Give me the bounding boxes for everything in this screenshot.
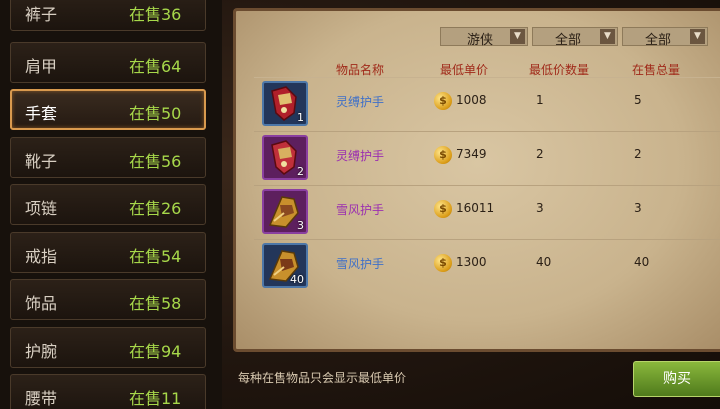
- quality-filter-dropdown[interactable]: 全部 ▼: [622, 27, 708, 48]
- category-name: 靴子: [25, 152, 58, 171]
- category-name: 裤子: [25, 5, 58, 24]
- category-count: 在售54: [129, 247, 182, 266]
- total-on-sale: 3: [634, 201, 642, 215]
- category-count: 在售64: [129, 57, 182, 76]
- header-total: 在售总量: [632, 63, 681, 77]
- category-count: 在售56: [129, 152, 182, 171]
- chevron-down-icon: ▼: [510, 29, 525, 44]
- stack-count: 40: [290, 273, 304, 286]
- type-filter-dropdown[interactable]: 全部 ▼: [532, 27, 618, 48]
- category-item-pants[interactable]: 裤子 在售36: [10, 0, 206, 31]
- category-sidebar: 裤子 在售36 肩甲 在售64 手套 在售50 靴子 在售56 项链 在售26 …: [0, 0, 222, 409]
- gauntlet-icon: 40: [262, 243, 308, 288]
- dropdown-value: 全部: [555, 33, 582, 48]
- category-name: 戒指: [25, 247, 58, 266]
- class-filter-dropdown[interactable]: 游侠 ▼: [440, 27, 528, 48]
- category-item-necklace[interactable]: 项链 在售26: [10, 184, 206, 225]
- category-name: 腰带: [25, 389, 58, 408]
- category-item-boots[interactable]: 靴子 在售56: [10, 137, 206, 178]
- category-name: 手套: [25, 104, 58, 123]
- gauntlet-icon: 3: [262, 189, 308, 234]
- category-count: 在售50: [129, 104, 182, 123]
- header-min-qty: 最低价数量: [529, 63, 590, 77]
- category-item-accessory[interactable]: 饰品 在售58: [10, 279, 206, 320]
- category-item-belt[interactable]: 腰带 在售11: [10, 374, 206, 409]
- dropdown-value: 游侠: [467, 33, 494, 48]
- category-item-gloves[interactable]: 手套 在售50: [10, 89, 206, 130]
- min-price: 16011: [456, 201, 495, 215]
- min-price-qty: 2: [536, 147, 544, 161]
- table-row[interactable]: 40 雪风护手 $ 1300 40 40: [254, 239, 720, 292]
- min-price-qty: 3: [536, 201, 544, 215]
- gold-coin-icon: $: [434, 92, 452, 110]
- chevron-down-icon: ▼: [690, 29, 705, 44]
- category-item-bracer[interactable]: 护腕 在售94: [10, 327, 206, 368]
- item-name[interactable]: 雪风护手: [336, 201, 384, 218]
- category-count: 在售36: [129, 5, 182, 24]
- category-item-shoulder[interactable]: 肩甲 在售64: [10, 42, 206, 83]
- min-price-qty: 40: [536, 255, 552, 269]
- gold-coin-icon: $: [434, 200, 452, 218]
- item-name[interactable]: 雪风护手: [336, 255, 384, 272]
- gold-coin-icon: $: [434, 254, 452, 272]
- chevron-down-icon: ▼: [600, 29, 615, 44]
- category-item-ring[interactable]: 戒指 在售54: [10, 232, 206, 273]
- total-on-sale: 5: [634, 93, 642, 107]
- header-min-price: 最低单价: [440, 63, 489, 77]
- item-name[interactable]: 灵缚护手: [336, 147, 384, 164]
- stack-count: 2: [297, 165, 304, 178]
- gauntlet-icon: 1: [262, 81, 308, 126]
- category-count: 在售26: [129, 199, 182, 218]
- market-panel: 游侠 ▼ 全部 ▼ 全部 ▼ 物品名称 最低单价 最低价数量 在售总量 1 灵缚…: [233, 8, 720, 352]
- category-name: 项链: [25, 199, 58, 218]
- gauntlet-icon: 2: [262, 135, 308, 180]
- min-price-qty: 1: [536, 93, 544, 107]
- category-name: 肩甲: [25, 57, 58, 76]
- gold-coin-icon: $: [434, 146, 452, 164]
- total-on-sale: 2: [634, 147, 642, 161]
- min-price: 1008: [456, 93, 487, 107]
- stack-count: 3: [297, 219, 304, 232]
- category-count: 在售58: [129, 294, 182, 313]
- table-row[interactable]: 2 灵缚护手 $ 7349 2 2: [254, 131, 720, 184]
- min-price: 7349: [456, 147, 487, 161]
- total-on-sale: 40: [634, 255, 650, 269]
- buy-button[interactable]: 购买: [633, 361, 720, 397]
- item-name[interactable]: 灵缚护手: [336, 93, 384, 110]
- table-row[interactable]: 3 雪风护手 $ 16011 3 3: [254, 185, 720, 238]
- dropdown-value: 全部: [645, 33, 672, 48]
- category-count: 在售11: [129, 389, 182, 408]
- category-name: 饰品: [25, 294, 58, 313]
- table-row[interactable]: 1 灵缚护手 $ 1008 1 5: [254, 77, 720, 130]
- stack-count: 1: [297, 111, 304, 124]
- header-item-name: 物品名称: [336, 63, 385, 77]
- min-price: 1300: [456, 255, 487, 269]
- category-count: 在售94: [129, 342, 182, 361]
- listing-table: 物品名称 最低单价 最低价数量 在售总量 1 灵缚护手 $ 1008 1 5 2…: [254, 55, 720, 303]
- price-notice: 每种在售物品只会显示最低单价: [238, 371, 407, 385]
- category-name: 护腕: [25, 342, 58, 361]
